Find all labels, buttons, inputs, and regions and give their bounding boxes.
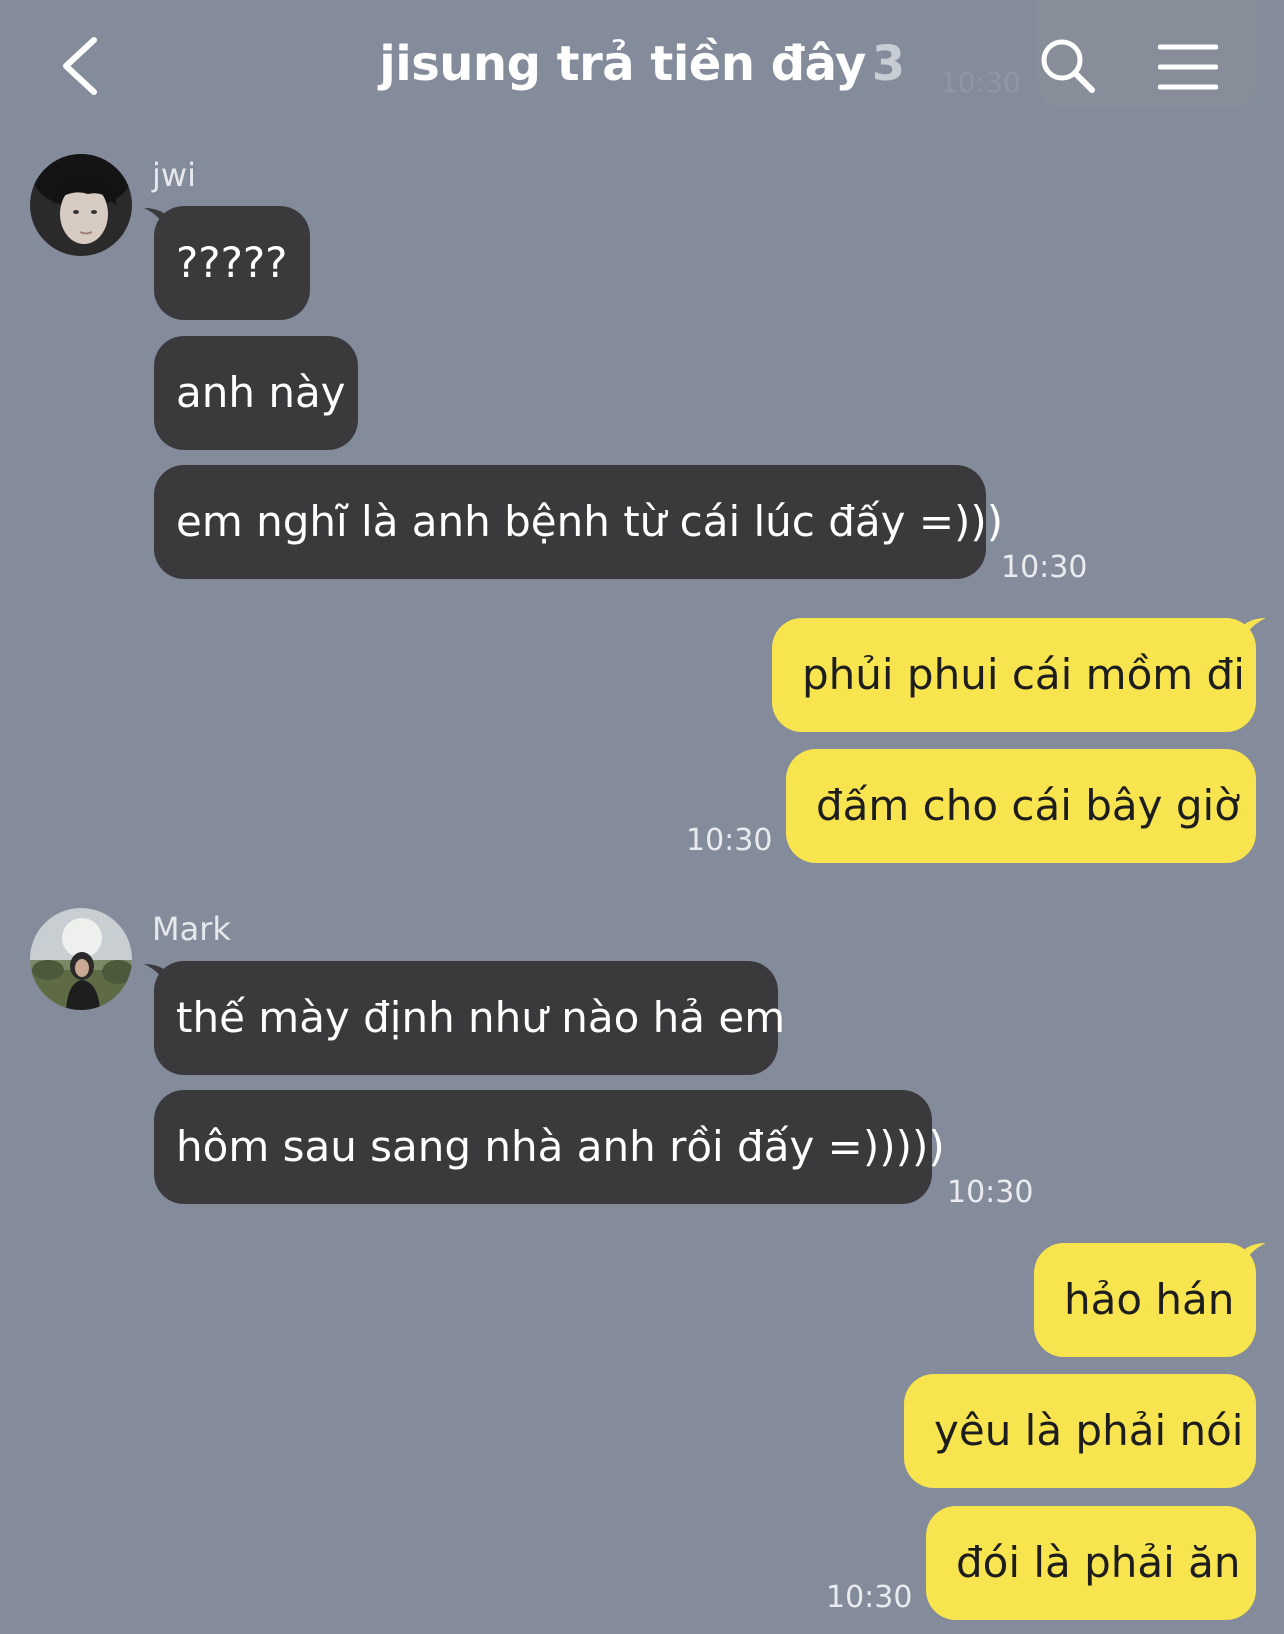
message-text: em nghĩ là anh bệnh từ cái lúc đấy =))) bbox=[176, 497, 1004, 546]
message-text: anh này bbox=[176, 368, 346, 417]
message-text: hôm sau sang nhà anh rồi đấy =))))) bbox=[176, 1122, 945, 1171]
message-text: phủi phui cái mồm đi bbox=[802, 650, 1245, 699]
chat-title-text: jisung trả tiền đây bbox=[379, 36, 866, 92]
message-text: hảo hán bbox=[1064, 1275, 1235, 1324]
message-bubble-incoming[interactable]: ????? bbox=[154, 206, 310, 320]
hamburger-menu-icon[interactable] bbox=[1158, 42, 1218, 92]
message-bubble-incoming[interactable]: em nghĩ là anh bệnh từ cái lúc đấy =))) bbox=[154, 465, 1003, 579]
message-bubble-incoming[interactable]: thế mày định như nào hả em bbox=[154, 961, 785, 1075]
message-bubble-outgoing[interactable]: phủi phui cái mồm đi bbox=[772, 618, 1256, 732]
message-text: đấm cho cái bây giờ bbox=[816, 781, 1240, 830]
message-timestamp: 10:30 bbox=[826, 1580, 913, 1615]
message-timestamp: 10:30 bbox=[686, 823, 773, 858]
avatar-jwi[interactable] bbox=[30, 154, 132, 256]
message-text: yêu là phải nói bbox=[934, 1406, 1244, 1455]
sender-name-mark: Mark bbox=[152, 910, 231, 948]
member-count: 3 bbox=[871, 36, 905, 92]
message-text: ????? bbox=[176, 238, 288, 287]
message-bubble-incoming[interactable]: anh này bbox=[154, 336, 358, 450]
search-icon[interactable] bbox=[1038, 36, 1098, 96]
message-bubble-outgoing[interactable]: yêu là phải nói bbox=[904, 1374, 1256, 1488]
message-text: đói là phải ăn bbox=[956, 1538, 1241, 1587]
message-bubble-incoming[interactable]: hôm sau sang nhà anh rồi đấy =))))) bbox=[154, 1090, 945, 1204]
message-bubble-outgoing[interactable]: hảo hán bbox=[1034, 1243, 1256, 1357]
message-timestamp: 10:30 bbox=[1001, 550, 1088, 585]
message-bubble-outgoing[interactable]: đấm cho cái bây giờ bbox=[786, 749, 1256, 863]
message-text: thế mày định như nào hả em bbox=[176, 993, 786, 1042]
message-bubble-outgoing[interactable]: đói là phải ăn bbox=[926, 1506, 1256, 1620]
sender-name-jwi: jwi bbox=[152, 156, 196, 194]
chat-header: 10:30 jisung trả tiền đây 3 bbox=[0, 0, 1284, 140]
message-timestamp: 10:30 bbox=[947, 1175, 1034, 1210]
avatar-mark[interactable] bbox=[30, 908, 132, 1010]
